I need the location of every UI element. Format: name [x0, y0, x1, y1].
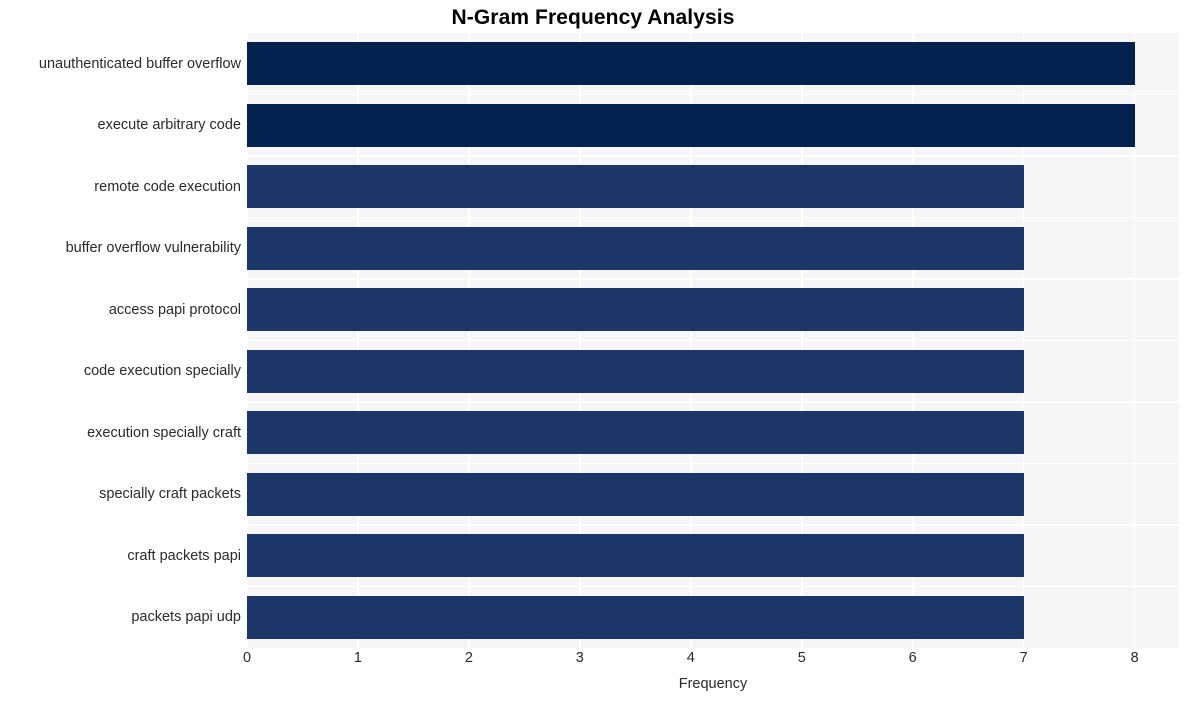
- gridline-horizontal: [247, 339, 1179, 342]
- gridline-horizontal: [247, 524, 1179, 526]
- x-axis-tick-label: 0: [242, 650, 252, 666]
- bar: [247, 226, 1024, 270]
- chart-figure: N-Gram Frequency Analysis unauthenticate…: [0, 0, 1186, 701]
- y-axis-label: craft packets papi: [127, 547, 241, 564]
- bar: [247, 472, 1024, 516]
- y-axis-label: packets papi udp: [131, 609, 241, 626]
- x-axis-tick-label: 7: [1019, 650, 1028, 666]
- x-axis-tick-label: 2: [464, 650, 473, 666]
- gridline-horizontal: [247, 585, 1179, 588]
- gridline-horizontal: [247, 216, 1179, 219]
- plot-area: [247, 33, 1179, 648]
- y-axis-label: specially craft packets: [99, 486, 241, 503]
- x-axis-tick-label: 4: [686, 650, 695, 666]
- gridline-horizontal: [247, 155, 1179, 157]
- x-axis-tick-label: 3: [575, 650, 584, 666]
- x-axis-tick-label: 1: [353, 650, 362, 666]
- y-axis-label: code execution specially: [83, 363, 241, 380]
- chart-title: N-Gram Frequency Analysis: [451, 6, 735, 29]
- gridline-horizontal: [247, 278, 1179, 280]
- bar: [247, 165, 1024, 209]
- y-axis-label: access papi protocol: [108, 301, 241, 318]
- gridline-horizontal: [247, 93, 1179, 96]
- x-axis-title: Frequency: [678, 676, 748, 692]
- bar: [247, 288, 1024, 332]
- bar: [247, 42, 1135, 86]
- x-axis-tick-label: 8: [1130, 650, 1139, 666]
- bar: [247, 349, 1024, 393]
- x-axis-tick-label: 6: [908, 650, 917, 666]
- bar: [247, 595, 1024, 639]
- y-axis-label: unauthenticated buffer overflow: [38, 55, 241, 72]
- bar: [247, 411, 1024, 455]
- y-axis-label: execution specially craft: [87, 424, 241, 441]
- gridline-horizontal: [247, 401, 1179, 403]
- bar: [247, 103, 1135, 147]
- y-axis-label: remote code execution: [94, 178, 241, 195]
- x-axis-tick-labels: 0 1 2 3 4 5 6 7 8: [243, 650, 1179, 673]
- gridline-horizontal: [247, 462, 1179, 465]
- y-axis-label: execute arbitrary code: [97, 117, 241, 134]
- y-axis-label: buffer overflow vulnerability: [65, 240, 241, 257]
- bar: [247, 534, 1024, 578]
- x-axis-tick-label: 5: [797, 650, 806, 666]
- y-axis-labels: unauthenticated buffer overflow execute a…: [0, 33, 241, 648]
